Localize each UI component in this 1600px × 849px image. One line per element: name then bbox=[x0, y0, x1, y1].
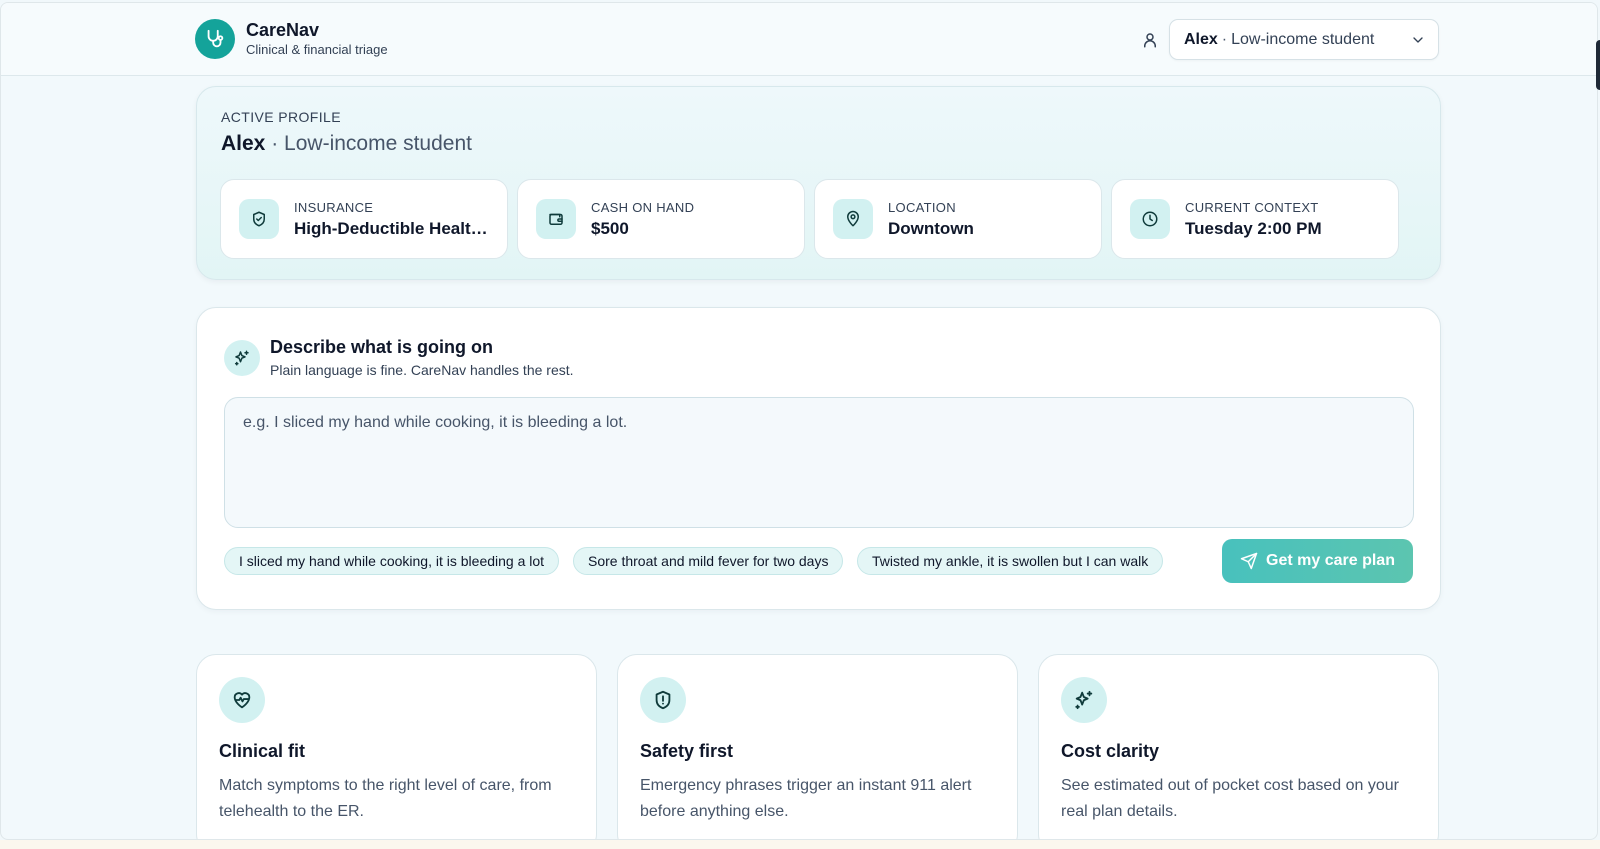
profile-select-separator: · bbox=[1221, 30, 1228, 48]
stat-label: INSURANCE bbox=[294, 200, 374, 215]
stat-context: CURRENT CONTEXT Tuesday 2:00 PM bbox=[1111, 179, 1399, 259]
clock-icon bbox=[1130, 199, 1170, 239]
map-pin-icon bbox=[833, 199, 873, 239]
stat-value: $500 bbox=[591, 219, 629, 238]
sparkles-icon bbox=[224, 340, 260, 376]
profile-select-name: Alex bbox=[1184, 30, 1218, 48]
stat-location: LOCATION Downtown bbox=[814, 179, 1102, 259]
example-chip[interactable]: I sliced my hand while cooking, it is bl… bbox=[224, 547, 560, 575]
feature-card-clinical-fit: Clinical fit Match symptoms to the right… bbox=[196, 654, 597, 839]
describe-title: Describe what is going on bbox=[270, 337, 494, 357]
stat-label: CURRENT CONTEXT bbox=[1185, 200, 1319, 215]
sparkles-icon bbox=[1061, 677, 1107, 723]
example-chip[interactable]: Sore throat and mild fever for two days bbox=[573, 547, 844, 575]
active-profile-separator: · bbox=[271, 132, 279, 155]
heart-pulse-icon bbox=[219, 677, 265, 723]
stat-value: Downtown bbox=[888, 219, 974, 238]
user-icon bbox=[1141, 31, 1159, 49]
stat-value: Tuesday 2:00 PM bbox=[1185, 219, 1322, 238]
app-tagline: Clinical & financial triage bbox=[246, 42, 388, 57]
feature-title: Safety first bbox=[640, 741, 734, 761]
profile-select[interactable]: Alex · Low-income student bbox=[1169, 19, 1439, 60]
bottom-strip bbox=[0, 840, 1600, 849]
feature-title: Clinical fit bbox=[219, 741, 306, 761]
feature-title: Cost clarity bbox=[1061, 741, 1160, 761]
describe-subtitle: Plain language is fine. CareNav handles … bbox=[270, 362, 574, 378]
active-profile-card: ACTIVE PROFILE Alex · Low-income student… bbox=[196, 86, 1441, 280]
get-care-plan-label: Get my care plan bbox=[1266, 552, 1395, 569]
feature-description: Emergency phrases trigger an instant 911… bbox=[640, 777, 972, 820]
chevron-down-icon bbox=[1410, 32, 1426, 48]
stat-label: CASH ON HAND bbox=[591, 200, 695, 215]
symptom-input[interactable] bbox=[224, 397, 1414, 528]
app-window: CareNav Clinical & financial triage Alex… bbox=[0, 2, 1598, 840]
wallet-icon bbox=[536, 199, 576, 239]
active-profile-role: Low-income student bbox=[284, 132, 472, 155]
brand[interactable]: CareNav Clinical & financial triage bbox=[195, 19, 388, 59]
describe-card: Describe what is going on Plain language… bbox=[196, 307, 1441, 610]
stat-cash: CASH ON HAND $500 bbox=[517, 179, 805, 259]
active-profile-name: Alex bbox=[221, 132, 266, 155]
active-profile-label: ACTIVE PROFILE bbox=[221, 109, 341, 125]
feature-card-cost-clarity: Cost clarity See estimated out of pocket… bbox=[1038, 654, 1439, 839]
stat-insurance: INSURANCE High-Deductible Health... bbox=[220, 179, 508, 259]
feature-card-safety-first: Safety first Emergency phrases trigger a… bbox=[617, 654, 1018, 839]
top-header: CareNav Clinical & financial triage Alex… bbox=[1, 3, 1597, 76]
window-edge-handle bbox=[1596, 40, 1600, 90]
profile-select-role: Low-income student bbox=[1231, 30, 1375, 48]
stat-value: High-Deductible Health... bbox=[294, 219, 494, 238]
send-icon bbox=[1240, 552, 1258, 570]
active-profile-title: Alex · Low-income student bbox=[221, 132, 472, 156]
feature-description: See estimated out of pocket cost based o… bbox=[1061, 777, 1399, 820]
shield-alert-icon bbox=[640, 677, 686, 723]
shield-check-icon bbox=[239, 199, 279, 239]
app-name: CareNav bbox=[246, 20, 320, 40]
feature-description: Match symptoms to the right level of car… bbox=[219, 777, 552, 820]
stethoscope-icon bbox=[195, 19, 235, 59]
get-care-plan-button[interactable]: Get my care plan bbox=[1222, 539, 1413, 583]
stat-label: LOCATION bbox=[888, 200, 956, 215]
example-chip[interactable]: Twisted my ankle, it is swollen but I ca… bbox=[857, 547, 1164, 575]
